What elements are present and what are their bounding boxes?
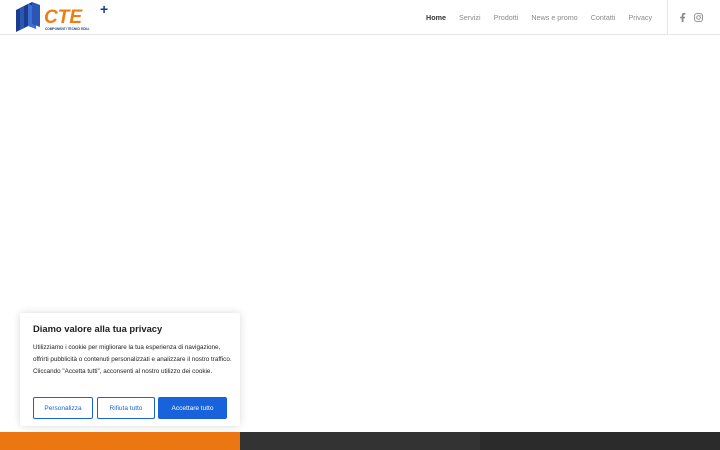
nav-prodotti[interactable]: Prodotti <box>494 13 519 22</box>
header-divider <box>667 0 668 35</box>
logo-plus: + <box>100 1 108 17</box>
accept-all-button[interactable]: Accettare tutto <box>158 397 227 419</box>
logo-subtitle: COMPONENTI TECNICI EDILI <box>45 27 89 31</box>
customize-button[interactable]: Personalizza <box>33 397 93 419</box>
nav-servizi[interactable]: Servizi <box>459 13 481 22</box>
footer-orange-block <box>0 432 240 450</box>
reject-all-button[interactable]: Rifiuta tutto <box>97 397 155 419</box>
facebook-icon[interactable] <box>677 11 689 23</box>
site-header: CTE + COMPONENTI TECNICI EDILI Home Serv… <box>0 0 720 35</box>
cookie-description: Utilizziamo i cookie per migliorare la t… <box>33 344 232 375</box>
footer-dark-block <box>240 432 480 450</box>
footer-darker-block <box>480 432 720 450</box>
cookie-title: Diamo valore alla tua privacy <box>33 323 163 334</box>
nav-contatti[interactable]: Contatti <box>591 13 616 22</box>
nav-news-e-promo[interactable]: News e promo <box>531 13 577 22</box>
logo-wordmark: CTE <box>44 7 83 28</box>
cookie-consent-banner: Diamo valore alla tua privacy Utilizziam… <box>20 313 240 426</box>
instagram-icon[interactable] <box>692 11 704 23</box>
main-nav: Home Servizi Prodotti News e promo Conta… <box>426 0 665 35</box>
nav-home[interactable]: Home <box>426 13 446 22</box>
cte-logo[interactable]: CTE + COMPONENTI TECNICI EDILI <box>14 1 118 34</box>
nav-privacy[interactable]: Privacy <box>628 13 652 22</box>
